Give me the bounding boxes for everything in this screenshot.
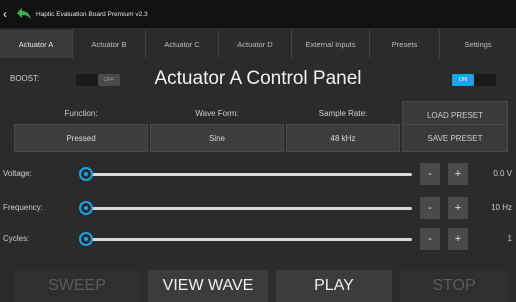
action-bar: SWEEP VIEW WAVE PLAY STOP — [0, 264, 516, 302]
back-chevron-icon[interactable]: ‹ — [3, 0, 15, 28]
wave-form-label: Wave Form: — [195, 109, 239, 118]
cycles-row: Cycles: - + 1 — [0, 226, 516, 252]
voltage-value: 0.0 V — [493, 169, 512, 178]
green-back-arrow-icon[interactable] — [16, 6, 32, 22]
voltage-slider-thumb[interactable] — [79, 167, 93, 181]
tab-actuator-c[interactable]: Actuator C — [146, 30, 219, 58]
frequency-decrement-button[interactable]: - — [420, 197, 440, 219]
function-select[interactable]: Pressed — [14, 124, 148, 152]
title-bar: ‹ Haptic Evaluation Board Premium v2.3 — [0, 0, 516, 28]
control-header: BOOST: OFF Actuator A Control Panel ON — [0, 66, 516, 94]
enable-toggle[interactable]: ON — [452, 74, 496, 86]
tab-actuator-d[interactable]: Actuator D — [219, 30, 292, 58]
view-wave-button[interactable]: VIEW WAVE — [148, 270, 268, 302]
play-button[interactable]: PLAY — [276, 270, 392, 302]
tab-bar: Actuator A Actuator B Actuator C Actuato… — [0, 30, 516, 58]
frequency-label: Frequency: — [3, 203, 44, 212]
enable-toggle-state: ON — [452, 74, 474, 86]
frequency-row: Frequency: - + 10 Hz — [0, 195, 516, 221]
frequency-value: 10 Hz — [491, 203, 512, 212]
cycles-value: 1 — [507, 234, 512, 243]
tab-presets[interactable]: Presets — [370, 30, 440, 58]
function-label: Function: — [64, 109, 98, 118]
tab-external-inputs[interactable]: External Inputs — [292, 30, 370, 58]
voltage-row: Voltage: - + 0.0 V — [0, 161, 516, 187]
voltage-slider-track[interactable] — [86, 173, 412, 176]
voltage-increment-button[interactable]: + — [448, 163, 468, 185]
sample-rate-select[interactable]: 48 kHz — [286, 124, 400, 152]
save-preset-button[interactable]: SAVE PRESET — [402, 124, 508, 152]
frequency-increment-button[interactable]: + — [448, 197, 468, 219]
cycles-slider-track[interactable] — [86, 238, 412, 241]
cycles-decrement-button[interactable]: - — [420, 228, 440, 250]
wave-form-select[interactable]: Sine — [150, 124, 284, 152]
page-title: Actuator A Control Panel — [154, 68, 362, 89]
cycles-increment-button[interactable]: + — [448, 228, 468, 250]
cycles-slider-thumb[interactable] — [79, 232, 93, 246]
frequency-slider-thumb[interactable] — [79, 201, 93, 215]
sample-rate-label: Sample Rate: — [318, 109, 368, 118]
tab-settings[interactable]: Settings — [440, 30, 516, 58]
sweep-button[interactable]: SWEEP — [14, 270, 140, 302]
voltage-label: Voltage: — [3, 169, 32, 178]
tab-actuator-b[interactable]: Actuator B — [73, 30, 146, 58]
cycles-label: Cycles: — [3, 234, 30, 243]
frequency-slider-track[interactable] — [86, 207, 412, 210]
tab-actuator-a[interactable]: Actuator A — [0, 30, 73, 58]
voltage-decrement-button[interactable]: - — [420, 163, 440, 185]
stop-button[interactable]: STOP — [400, 270, 508, 302]
app-title: Haptic Evaluation Board Premium v2.3 — [36, 10, 148, 18]
